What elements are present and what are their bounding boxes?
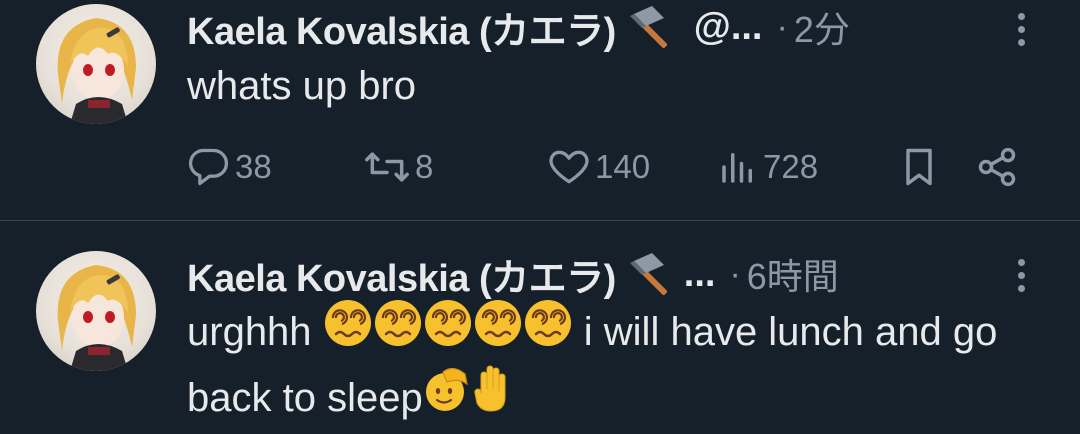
display-name[interactable]: Kaela Kovalskia (カエラ): [187, 0, 616, 55]
timestamp[interactable]: 6時間: [747, 248, 839, 300]
dizzy-face-icon: [473, 298, 523, 363]
reply-count: 38: [235, 148, 272, 185]
hammer-icon: [629, 4, 682, 50]
dizzy-face-icon: [373, 298, 423, 363]
handle[interactable]: @...: [694, 6, 763, 49]
dizzy-emoji-row: [323, 300, 573, 354]
avatar[interactable]: [36, 4, 156, 124]
dizzy-face-icon: [323, 298, 373, 363]
dizzy-face-icon: [523, 298, 573, 363]
reply-button[interactable]: 38: [187, 142, 272, 192]
retweet-count: 8: [415, 148, 434, 185]
view-count: 728: [763, 148, 819, 185]
dizzy-face-icon: [423, 298, 473, 363]
more-icon[interactable]: [1014, 13, 1028, 46]
separator-dot: ·: [776, 7, 788, 46]
saluting-face-icon: [423, 364, 471, 429]
raised-hand-icon: [471, 363, 515, 430]
handle-truncated[interactable]: ...: [684, 253, 716, 296]
more-icon[interactable]: [1014, 259, 1028, 292]
reply-icon: [187, 145, 231, 189]
views-icon: [717, 145, 759, 189]
like-button[interactable]: 140: [547, 142, 650, 192]
retweet-button[interactable]: 8: [363, 142, 433, 192]
action-bar: 38 8 140 728: [187, 142, 1037, 192]
separator-dot: ·: [729, 254, 741, 293]
views-button[interactable]: 728: [717, 142, 818, 192]
tweet-header: Kaela Kovalskia (カエラ) @... · 2分: [187, 0, 850, 55]
tweet-text: urghhh i will have lunch and go back to …: [187, 300, 1047, 434]
tweet-text: whats up bro: [187, 64, 417, 108]
display-name[interactable]: Kaela Kovalskia (カエラ): [187, 247, 616, 302]
avatar[interactable]: [36, 251, 156, 371]
bookmark-icon: [897, 145, 941, 189]
hammer-icon: [629, 251, 682, 297]
tweet[interactable]: Kaela Kovalskia (カエラ) @... · 2分 whats up…: [0, 0, 1080, 221]
share-icon: [975, 145, 1019, 189]
retweet-icon: [363, 145, 411, 189]
share-button[interactable]: [975, 142, 1019, 192]
tweet[interactable]: Kaela Kovalskia (カエラ) ... · 6時間 urghhh i…: [0, 221, 1080, 428]
like-count: 140: [595, 148, 651, 185]
bookmark-button[interactable]: [897, 142, 941, 192]
timestamp[interactable]: 2分: [794, 1, 850, 53]
heart-icon: [547, 145, 591, 189]
tweet-text-part: urghhh: [187, 310, 323, 355]
tweet-header: Kaela Kovalskia (カエラ) ... · 6時間: [187, 247, 839, 302]
